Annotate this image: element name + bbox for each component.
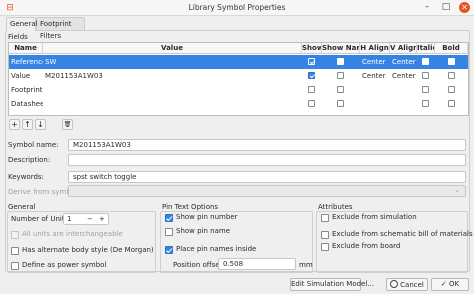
- cancel-icon: [390, 280, 399, 288]
- edit-simulation-model-button[interactable]: Edit Simulation Model...: [290, 278, 374, 291]
- position-offset-unit: mm: [299, 261, 313, 269]
- bold-checkbox[interactable]: [448, 86, 455, 93]
- italic-checkbox[interactable]: [422, 72, 429, 79]
- place-pin-names-inside-checkbox[interactable]: [165, 246, 173, 254]
- exclude-simulation-label: Exclude from simulation: [332, 213, 417, 221]
- table-row-footprint[interactable]: Footprint: [9, 83, 468, 97]
- ok-button[interactable]: ✓ OK: [431, 278, 469, 291]
- tab-footprint-filters[interactable]: Footprint Filters: [36, 17, 85, 40]
- show-pin-number-label: Show pin number: [176, 213, 238, 221]
- close-icon[interactable]: ✕: [459, 2, 470, 13]
- bold-checkbox[interactable]: [448, 58, 455, 65]
- col-header-show[interactable]: Show: [302, 43, 322, 54]
- cell-value[interactable]: SW: [45, 55, 300, 69]
- position-offset-label: Position offset:: [173, 261, 225, 269]
- cell-name[interactable]: Reference: [11, 55, 43, 69]
- bold-checkbox[interactable]: [448, 100, 455, 107]
- bold-checkbox[interactable]: [448, 72, 455, 79]
- italic-checkbox[interactable]: [422, 86, 429, 93]
- show-checkbox[interactable]: [308, 86, 315, 93]
- alternate-body-checkbox[interactable]: [11, 247, 19, 255]
- italic-checkbox[interactable]: [422, 58, 429, 65]
- cell-v-align[interactable]: Center: [392, 69, 417, 83]
- show-name-checkbox[interactable]: [337, 86, 344, 93]
- units-increment-button[interactable]: +: [99, 215, 105, 224]
- window-title: Library Symbol Properties: [188, 3, 286, 12]
- checkmark-icon: ✓: [440, 280, 447, 288]
- interchangeable-checkbox[interactable]: [11, 231, 19, 239]
- maximize-icon[interactable]: □: [440, 1, 452, 13]
- minimize-icon[interactable]: –: [421, 1, 433, 13]
- col-header-name[interactable]: Name: [9, 43, 43, 54]
- ok-label: OK: [449, 280, 460, 288]
- units-value: 1: [67, 215, 72, 223]
- col-header-bold[interactable]: Bold: [435, 43, 468, 54]
- delete-field-button[interactable]: 🗑: [62, 119, 73, 130]
- cell-h-align[interactable]: Center: [362, 69, 390, 83]
- show-name-checkbox[interactable]: [337, 72, 344, 79]
- italic-checkbox[interactable]: [422, 100, 429, 107]
- symbol-name-input[interactable]: M201153A1W03: [68, 139, 466, 151]
- col-header-show-name[interactable]: Show Name: [322, 43, 360, 54]
- tab-general[interactable]: General: [6, 17, 38, 31]
- show-pin-number-checkbox[interactable]: [165, 214, 173, 222]
- exclude-board-label: Exclude from board: [332, 242, 401, 250]
- exclude-bom-label: Exclude from schematic bill of materials: [332, 230, 473, 238]
- cell-v-align[interactable]: Center: [392, 55, 417, 69]
- fields-grid[interactable]: Name Value Show Show Name H Align V Alig…: [8, 42, 469, 116]
- add-field-button[interactable]: +: [9, 119, 20, 130]
- power-symbol-checkbox[interactable]: [11, 262, 19, 270]
- cell-h-align[interactable]: Center: [362, 55, 390, 69]
- show-checkbox[interactable]: [308, 72, 315, 79]
- units-label: Number of Units:: [11, 215, 71, 223]
- show-checkbox[interactable]: [308, 58, 315, 65]
- interchangeable-label: All units are interchangeable: [22, 230, 123, 238]
- fields-group-label: Fields: [8, 33, 28, 41]
- col-header-v-align[interactable]: V Align: [390, 43, 417, 54]
- derive-select[interactable]: [68, 185, 466, 197]
- move-down-button[interactable]: ↓: [35, 119, 46, 130]
- symbol-name-label: Symbol name:: [8, 141, 59, 149]
- cancel-button[interactable]: Cancel: [386, 278, 428, 291]
- cancel-label: Cancel: [400, 281, 424, 289]
- cell-name[interactable]: Value: [11, 69, 43, 83]
- exclude-board-checkbox[interactable]: [321, 243, 329, 251]
- units-decrement-button[interactable]: −: [87, 215, 93, 224]
- cell-value[interactable]: [45, 97, 300, 111]
- show-pin-name-checkbox[interactable]: [165, 228, 173, 236]
- col-header-h-align[interactable]: H Align: [360, 43, 390, 54]
- power-symbol-label: Define as power symbol: [22, 261, 107, 269]
- keywords-input[interactable]: spst switch toggle: [68, 171, 466, 183]
- place-pin-names-inside-label: Place pin names inside: [176, 245, 257, 253]
- show-name-checkbox[interactable]: [337, 58, 344, 65]
- show-name-checkbox[interactable]: [337, 100, 344, 107]
- cell-name[interactable]: Footprint: [11, 83, 43, 97]
- exclude-simulation-checkbox[interactable]: [321, 214, 329, 222]
- col-header-italic[interactable]: Italic: [417, 43, 435, 54]
- keywords-label: Keywords:: [8, 173, 44, 181]
- chevron-down-icon: ⌄: [454, 186, 460, 194]
- move-up-button[interactable]: ↑: [22, 119, 33, 130]
- cell-value[interactable]: M201153A1W03: [45, 69, 300, 83]
- col-header-value[interactable]: Value: [43, 43, 302, 54]
- cell-value[interactable]: [45, 83, 300, 97]
- position-offset-input[interactable]: 0.508: [218, 258, 296, 270]
- description-input[interactable]: [68, 154, 466, 166]
- table-row-reference[interactable]: Reference SW Center Center: [9, 55, 468, 69]
- description-label: Description:: [8, 156, 51, 164]
- table-row-datasheet[interactable]: Datasheet: [9, 97, 468, 111]
- alternate-body-label: Has alternate body style (De Morgan): [22, 246, 154, 254]
- show-pin-name-label: Show pin name: [176, 227, 231, 235]
- show-checkbox[interactable]: [308, 100, 315, 107]
- cell-name[interactable]: Datasheet: [11, 97, 43, 111]
- exclude-bom-checkbox[interactable]: [321, 231, 329, 239]
- table-row-value[interactable]: Value M201153A1W03 Center Center: [9, 69, 468, 83]
